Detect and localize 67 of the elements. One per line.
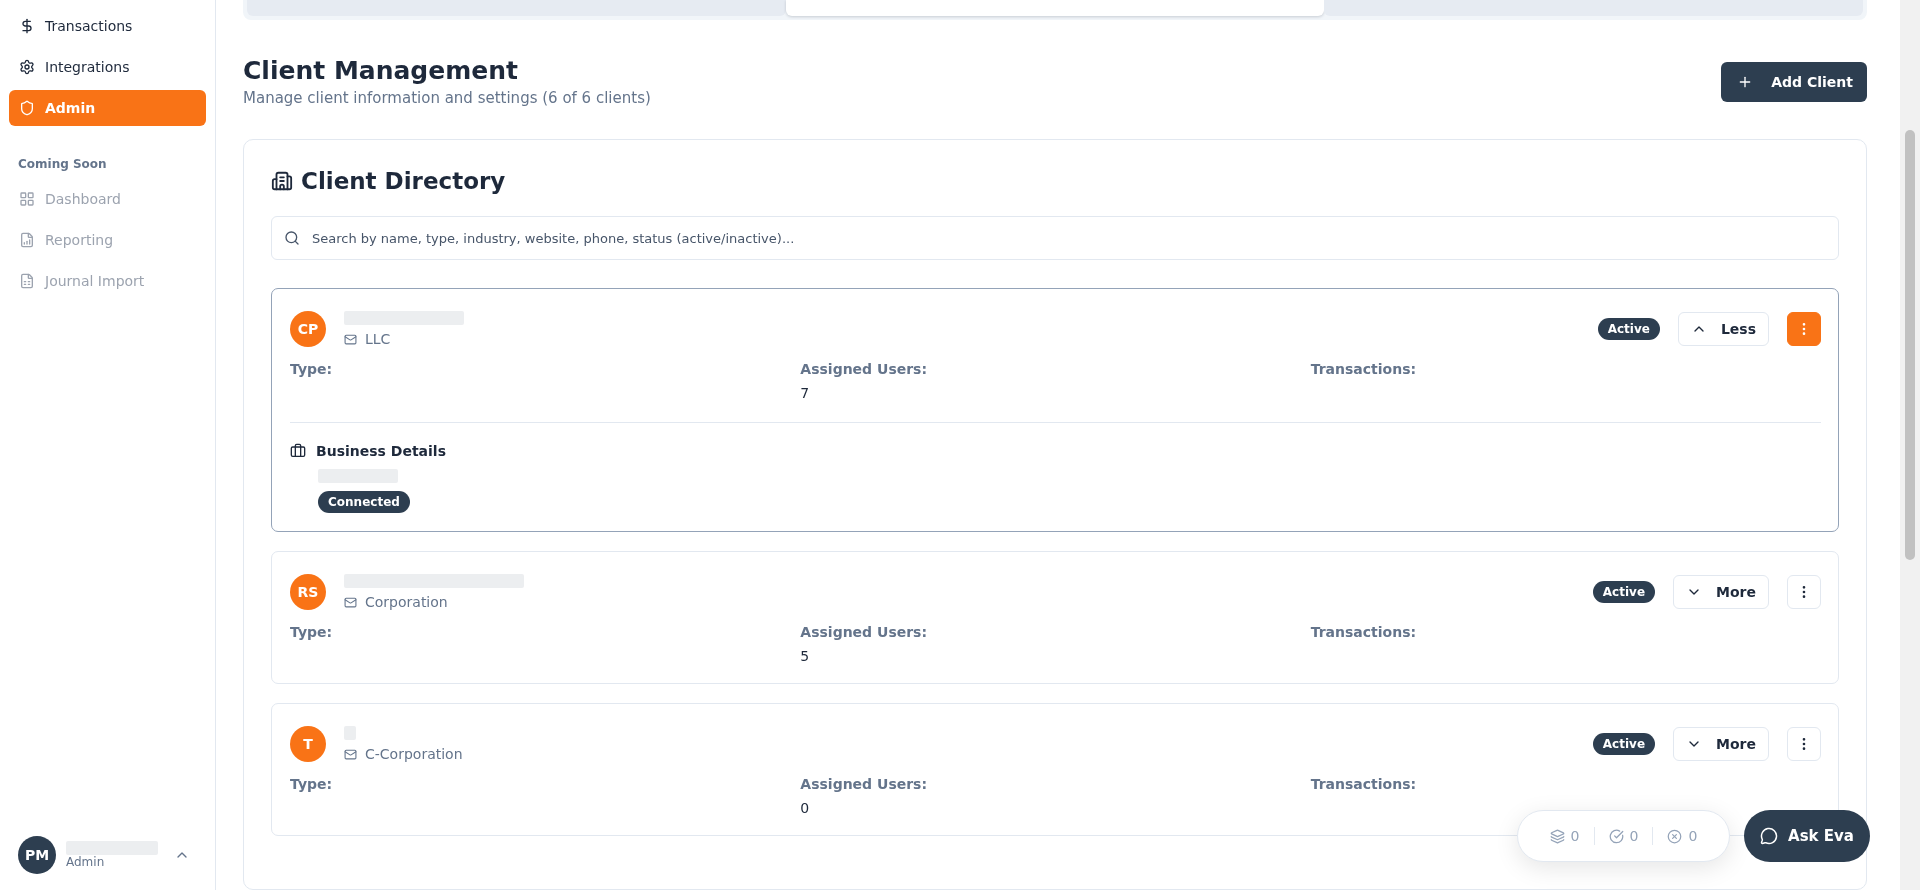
field-label: Assigned Users: (800, 624, 929, 640)
field-label: Assigned Users: (800, 776, 929, 792)
settings-icon (19, 59, 35, 75)
tab[interactable] (1324, 0, 1863, 16)
section-title: Coming Soon (17, 156, 108, 173)
sidebar-label: Integrations (45, 59, 130, 75)
layers-icon (1549, 828, 1565, 844)
page-title: Client Management (243, 56, 519, 85)
field-label: Type: (290, 624, 334, 640)
field-label: Transactions: (1310, 624, 1418, 640)
ask-eva-button[interactable]: Ask Eva (1744, 810, 1870, 862)
page-subtitle: Manage client information and settings (6 of 6 clients) (243, 89, 651, 107)
section-title: Business Details (316, 443, 446, 459)
expand-toggle-button[interactable]: More (1673, 727, 1769, 761)
expand-toggle-button[interactable]: More (1673, 575, 1769, 609)
chart-file-icon (19, 232, 35, 248)
sidebar-label: Transactions (45, 18, 133, 34)
scrollbar[interactable] (1900, 0, 1920, 890)
field-label: Type: (290, 776, 334, 792)
dollar-icon (19, 18, 35, 34)
sidebar-label: Reporting (45, 232, 114, 248)
status-badge: Active (1597, 318, 1660, 340)
status-count: 0 (1570, 828, 1580, 844)
connection-badge: Connected (318, 491, 410, 513)
expand-toggle-button[interactable]: Less (1677, 312, 1769, 346)
entity-type: C-Corporation (365, 746, 463, 762)
client-avatar: CP (290, 311, 326, 347)
status-count: 0 (1629, 828, 1639, 844)
sidebar-label: Admin (45, 100, 96, 116)
field-value: 0 (800, 800, 811, 817)
entity-type: LLC (365, 331, 391, 347)
user-avatar: PM (18, 836, 56, 874)
field-label: Transactions: (1310, 361, 1418, 377)
user-role: Admin (66, 855, 106, 869)
mail-icon (344, 747, 357, 761)
entity-type: Corporation (365, 594, 448, 610)
briefcase-icon (290, 443, 306, 459)
client-avatar: RS (290, 574, 326, 610)
sheet-file-icon (19, 273, 35, 289)
field-value: 7 (800, 385, 811, 402)
field-label: Transactions: (1310, 776, 1418, 792)
more-menu-button[interactable] (1787, 312, 1821, 346)
sidebar-label: Journal Import (45, 273, 145, 289)
building-icon (271, 170, 293, 192)
chat-bubble-icon (1760, 827, 1779, 845)
x-circle-icon (1667, 828, 1683, 844)
search-icon (284, 230, 300, 246)
search-field[interactable]: Search by name, type, industry, website, phone, status (active/inactive)... (271, 216, 1839, 260)
tab[interactable] (785, 0, 1325, 16)
sidebar-label: Dashboard (45, 191, 121, 207)
add-client-button[interactable]: Add Client (1721, 61, 1867, 102)
sidebar-item[interactable]: Integrations (9, 49, 206, 85)
shield-icon (19, 100, 35, 116)
client-avatar: T (290, 726, 326, 762)
status-badge: Active (1592, 581, 1656, 603)
check-circle-icon (1608, 828, 1624, 844)
field-label: Assigned Users: (800, 361, 929, 377)
mail-icon (344, 332, 357, 346)
field-label: Type: (290, 361, 334, 377)
mail-icon (344, 595, 357, 609)
grid-icon (19, 191, 35, 207)
status-badge: Active (1592, 733, 1656, 755)
tab[interactable] (247, 0, 786, 16)
sidebar-item[interactable]: Transactions (9, 8, 206, 44)
field-value: 5 (800, 648, 811, 665)
panel-title: Client Directory (301, 168, 506, 194)
status-count: 0 (1688, 828, 1698, 844)
